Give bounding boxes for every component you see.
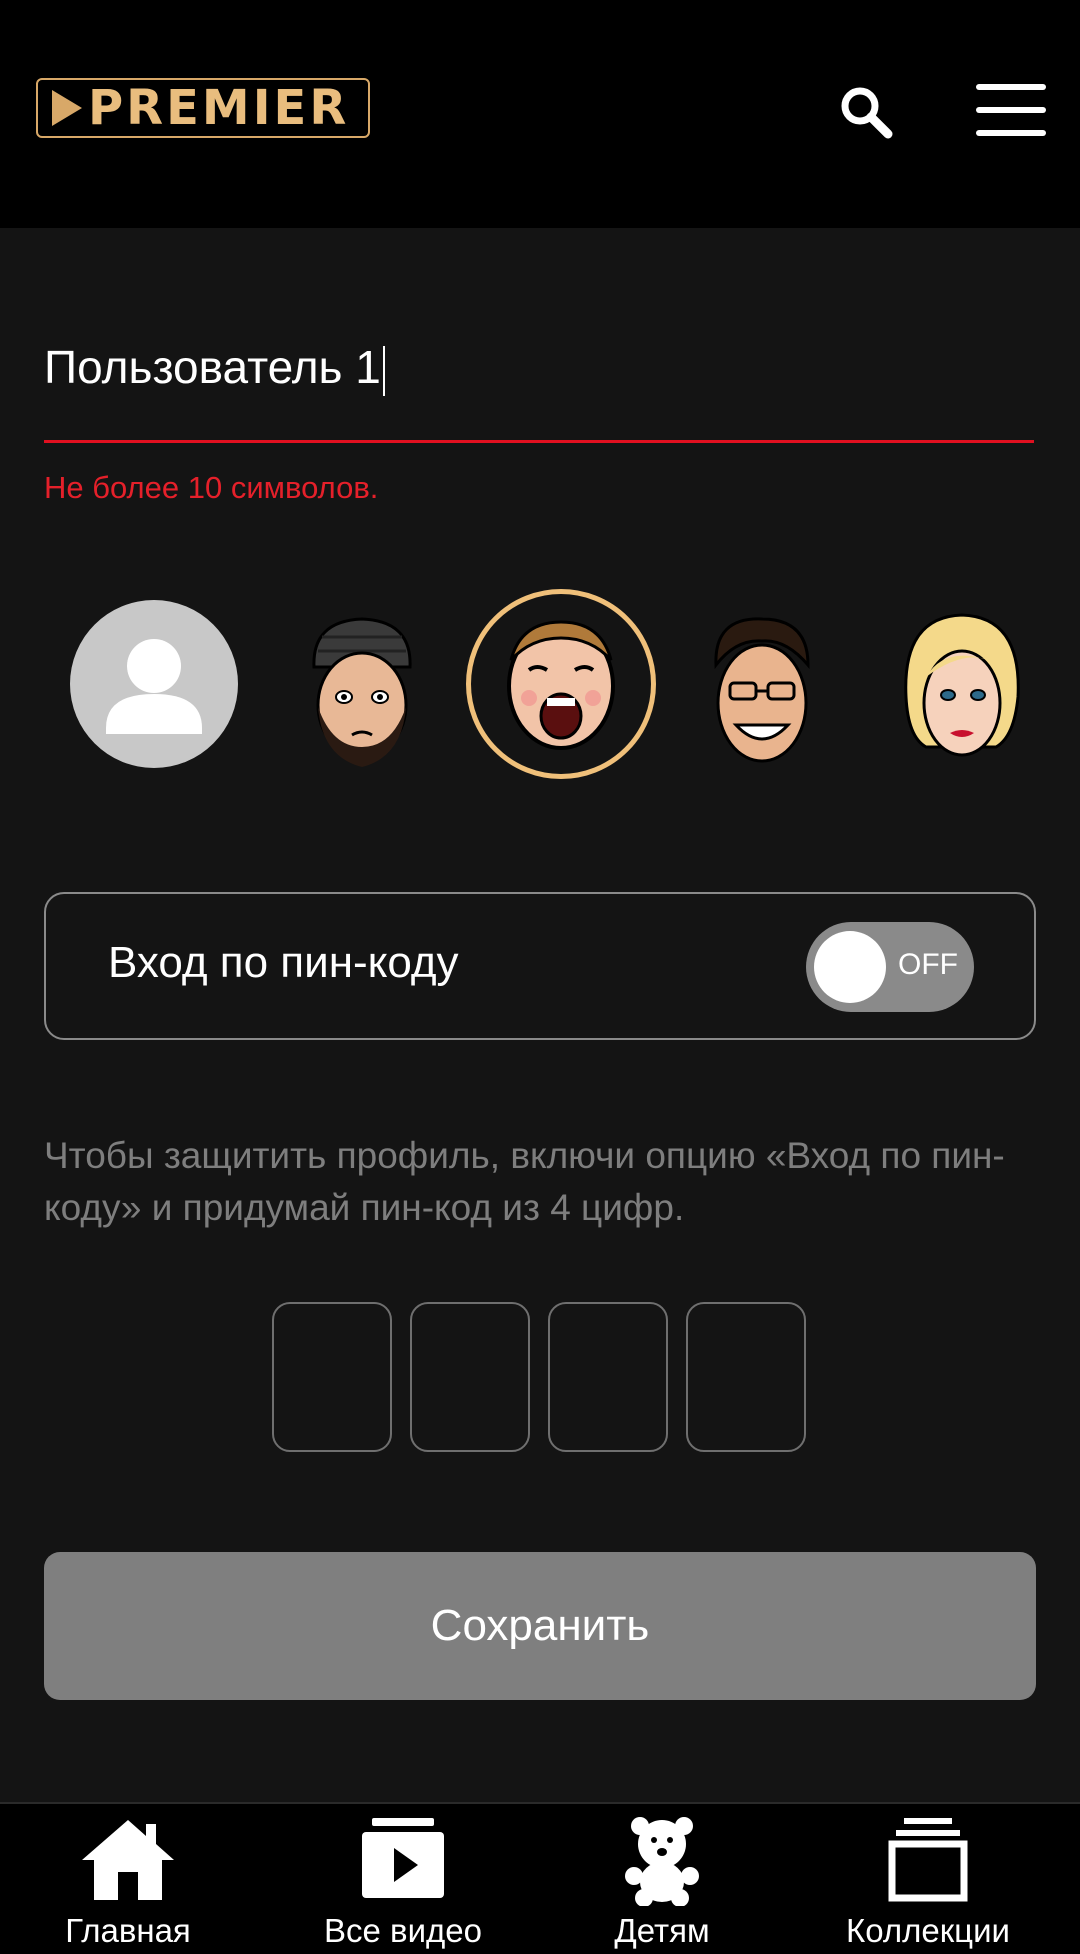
pin-digit-4[interactable] <box>686 1302 806 1452</box>
tab-home[interactable]: Главная <box>40 1804 216 1954</box>
tab-collections[interactable]: Коллекции <box>826 1804 1030 1954</box>
tab-collections-label: Коллекции <box>846 1912 1010 1949</box>
tab-all-videos[interactable]: Все видео <box>300 1804 506 1954</box>
logo-text: PREMIER <box>88 80 350 136</box>
profile-name-field[interactable]: Пользователь 1 <box>44 330 1034 443</box>
teddy-bear-icon <box>625 1817 699 1906</box>
hamburger-menu-icon[interactable] <box>976 84 1046 136</box>
toggle-knob <box>814 931 886 1003</box>
pin-login-toggle[interactable]: OFF <box>806 922 974 1012</box>
pin-code-inputs <box>272 1302 812 1452</box>
top-header: PREMIER <box>0 0 1080 228</box>
search-icon[interactable] <box>836 82 896 142</box>
pin-digit-3[interactable] <box>548 1302 668 1452</box>
avatar-blonde-woman[interactable] <box>896 607 1026 775</box>
avatar-picker <box>0 585 1080 785</box>
pin-digit-2[interactable] <box>410 1302 530 1452</box>
pin-login-label: Вход по пин-коду <box>108 938 459 987</box>
logo-play-icon <box>52 90 82 126</box>
collections-stack-icon <box>888 1818 968 1902</box>
text-caret <box>382 345 385 396</box>
avatar-laughing-man[interactable] <box>466 589 656 779</box>
tab-home-label: Главная <box>65 1912 191 1949</box>
avatar-smiling-man[interactable] <box>696 607 826 775</box>
pin-hint-text: Чтобы защитить профиль, включи опцию «Вх… <box>44 1135 1005 1228</box>
tab-kids[interactable]: Детям <box>590 1804 734 1954</box>
bottom-tab-bar: Главная Все видео Детям Коллекции <box>0 1802 1080 1954</box>
avatar-beanie-man[interactable] <box>292 607 432 775</box>
tab-all-videos-label: Все видео <box>324 1912 482 1949</box>
tab-kids-label: Детям <box>614 1912 710 1949</box>
pin-digit-1[interactable] <box>272 1302 392 1452</box>
save-button[interactable]: Сохранить <box>44 1552 1036 1700</box>
profile-name-value: Пользователь 1 <box>44 341 381 393</box>
pin-login-card: Вход по пин-коду OFF <box>44 892 1036 1040</box>
home-icon <box>82 1820 174 1900</box>
premier-logo[interactable]: PREMIER <box>36 78 370 138</box>
laughing-man-face <box>507 620 615 750</box>
user-silhouette-icon <box>106 639 202 734</box>
name-error-message: Не более 10 символов. <box>44 470 379 505</box>
play-video-icon <box>362 1818 444 1898</box>
default-avatar[interactable] <box>70 600 238 768</box>
toggle-state-text: OFF <box>898 948 958 981</box>
